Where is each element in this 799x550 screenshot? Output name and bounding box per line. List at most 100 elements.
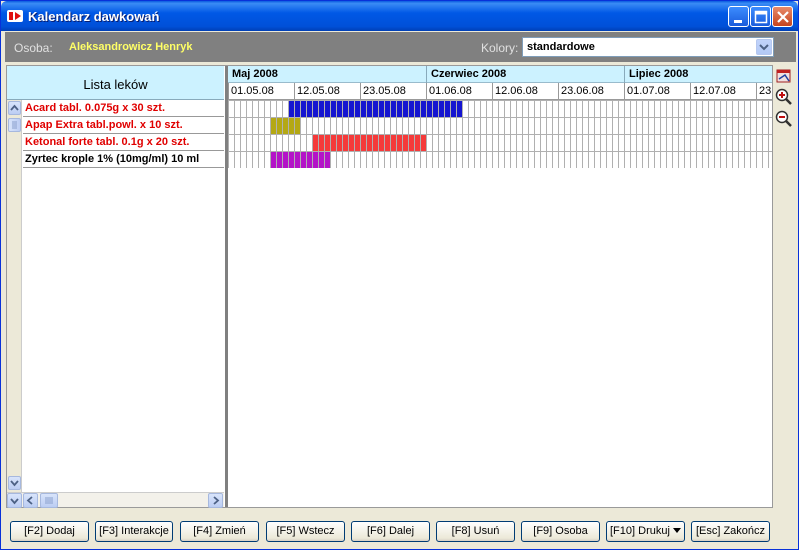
day-cell[interactable] <box>228 151 235 169</box>
person-button[interactable]: [F9] Osoba <box>521 521 600 542</box>
day-cell[interactable] <box>708 117 715 135</box>
day-cell[interactable] <box>690 100 697 118</box>
close-button[interactable]: [Esc] Zakończ <box>691 521 770 542</box>
dose-cell[interactable] <box>337 101 342 117</box>
day-cell[interactable] <box>570 117 577 135</box>
day-cell[interactable] <box>708 100 715 118</box>
day-cell[interactable] <box>348 151 355 169</box>
day-cell[interactable] <box>576 117 583 135</box>
day-cell[interactable] <box>570 151 577 169</box>
day-cell[interactable] <box>720 134 727 152</box>
day-cell[interactable] <box>516 100 523 118</box>
day-cell[interactable] <box>630 117 637 135</box>
day-cell[interactable] <box>606 134 613 152</box>
day-cell[interactable] <box>474 151 481 169</box>
dose-cell[interactable] <box>331 101 336 117</box>
day-cell[interactable] <box>744 134 751 152</box>
day-cell[interactable] <box>438 117 445 135</box>
dose-cell[interactable] <box>283 152 288 168</box>
day-cell[interactable] <box>528 117 535 135</box>
day-cell[interactable] <box>702 151 709 169</box>
day-cell[interactable] <box>762 100 769 118</box>
day-cell[interactable] <box>372 117 379 135</box>
day-cell[interactable] <box>582 100 589 118</box>
day-cell[interactable] <box>702 117 709 135</box>
day-cell[interactable] <box>684 151 691 169</box>
day-cell[interactable] <box>630 100 637 118</box>
day-cell[interactable] <box>576 134 583 152</box>
day-cell[interactable] <box>456 134 463 152</box>
day-cell[interactable] <box>354 117 361 135</box>
day-cell[interactable] <box>672 100 679 118</box>
day-cell[interactable] <box>564 100 571 118</box>
day-cell[interactable] <box>588 151 595 169</box>
day-cell[interactable] <box>654 117 661 135</box>
day-cell[interactable] <box>576 151 583 169</box>
dose-cell[interactable] <box>397 135 402 151</box>
day-cell[interactable] <box>612 100 619 118</box>
dose-cell[interactable] <box>307 152 312 168</box>
day-cell[interactable] <box>744 117 751 135</box>
next-button[interactable]: [F6] Dalej <box>351 521 430 542</box>
day-cell[interactable] <box>534 134 541 152</box>
dose-cell[interactable] <box>355 135 360 151</box>
day-cell[interactable] <box>474 134 481 152</box>
dose-cell[interactable] <box>391 135 396 151</box>
dose-cell[interactable] <box>313 101 318 117</box>
day-cell[interactable] <box>258 100 265 118</box>
day-cell[interactable] <box>516 134 523 152</box>
day-cell[interactable] <box>624 151 631 169</box>
day-cell[interactable] <box>648 134 655 152</box>
day-cell[interactable] <box>546 117 553 135</box>
day-cell[interactable] <box>240 100 247 118</box>
dose-cell[interactable] <box>295 101 300 117</box>
day-cell[interactable] <box>708 151 715 169</box>
day-cell[interactable] <box>660 117 667 135</box>
day-cell[interactable] <box>768 151 773 169</box>
day-cell[interactable] <box>594 100 601 118</box>
day-cell[interactable] <box>486 151 493 169</box>
dose-cell[interactable] <box>301 101 306 117</box>
day-cell[interactable] <box>516 117 523 135</box>
day-cell[interactable] <box>348 117 355 135</box>
dose-cell[interactable] <box>415 101 420 117</box>
day-cell[interactable] <box>468 117 475 135</box>
day-cell[interactable] <box>732 134 739 152</box>
day-cell[interactable] <box>306 117 313 135</box>
day-cell[interactable] <box>702 134 709 152</box>
day-cell[interactable] <box>318 117 325 135</box>
day-cell[interactable] <box>660 134 667 152</box>
day-cell[interactable] <box>492 151 499 169</box>
day-cell[interactable] <box>378 151 385 169</box>
scroll-down-button[interactable] <box>8 476 21 490</box>
dose-cell[interactable] <box>301 152 306 168</box>
day-cell[interactable] <box>702 100 709 118</box>
dose-cell[interactable] <box>319 152 324 168</box>
day-cell[interactable] <box>642 134 649 152</box>
day-cell[interactable] <box>264 100 271 118</box>
day-cell[interactable] <box>234 134 241 152</box>
day-cell[interactable] <box>732 117 739 135</box>
day-cell[interactable] <box>546 134 553 152</box>
dose-cell[interactable] <box>367 135 372 151</box>
day-cell[interactable] <box>432 117 439 135</box>
dose-cell[interactable] <box>277 118 282 134</box>
title-bar[interactable]: Kalendarz dawkowań <box>1 1 798 31</box>
day-cell[interactable] <box>282 134 289 152</box>
day-cell[interactable] <box>618 117 625 135</box>
day-cell[interactable] <box>750 117 757 135</box>
day-cell[interactable] <box>240 151 247 169</box>
back-button[interactable]: [F5] Wstecz <box>266 521 345 542</box>
day-cell[interactable] <box>588 117 595 135</box>
day-cell[interactable] <box>522 100 529 118</box>
day-cell[interactable] <box>714 100 721 118</box>
day-cell[interactable] <box>546 151 553 169</box>
day-cell[interactable] <box>420 117 427 135</box>
day-cell[interactable] <box>558 117 565 135</box>
day-cell[interactable] <box>666 134 673 152</box>
drug-row[interactable]: Apap Extra tabl.powl. x 10 szt. <box>23 117 224 134</box>
day-cell[interactable] <box>408 151 415 169</box>
day-cell[interactable] <box>240 117 247 135</box>
day-cell[interactable] <box>438 151 445 169</box>
day-cell[interactable] <box>258 134 265 152</box>
